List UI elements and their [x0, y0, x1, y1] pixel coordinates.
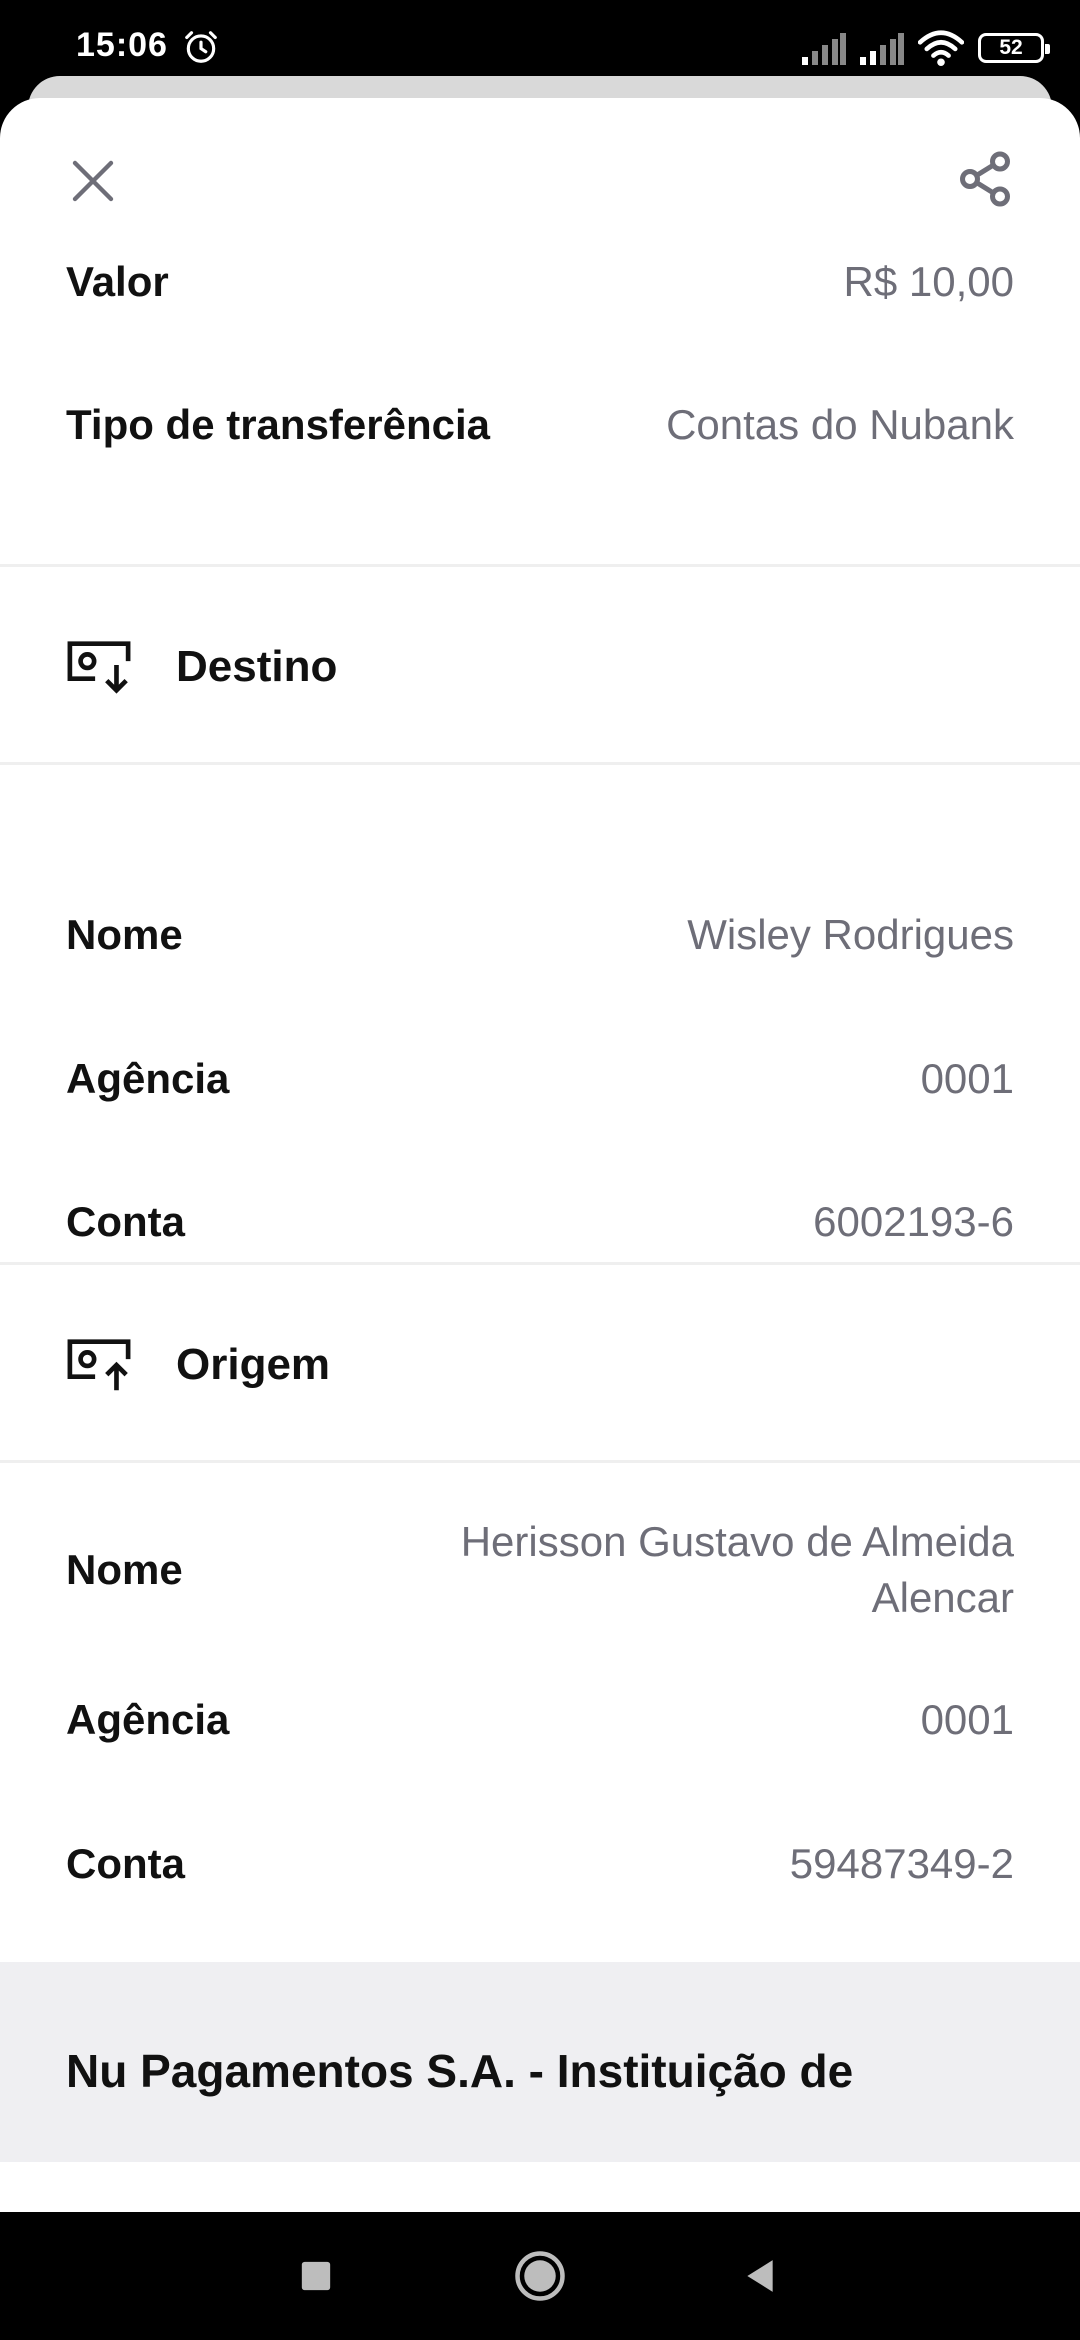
recents-icon: [301, 2261, 331, 2291]
battery-level: 52: [999, 36, 1023, 59]
divider: [0, 1460, 1080, 1463]
destino-conta-value: 6002193-6: [813, 1198, 1014, 1245]
destino-conta-row: Conta 6002193-6: [66, 1198, 1014, 1246]
origem-conta-row: Conta 59487349-2: [66, 1840, 1014, 1888]
close-button[interactable]: [60, 148, 126, 214]
destino-nome-row: Nome Wisley Rodrigues: [66, 911, 1014, 959]
navigation-bar: [0, 2212, 1080, 2340]
origem-agencia-label: Agência: [66, 1696, 230, 1743]
tipo-transferencia-row: Tipo de transferência Contas do Nubank: [66, 401, 1014, 449]
origem-nome-row: Nome Herisson Gustavo de Almeida Alencar: [66, 1514, 1014, 1626]
back-button[interactable]: [732, 2248, 788, 2304]
destino-agencia-label: Agência: [66, 1055, 230, 1102]
origem-conta-label: Conta: [66, 1840, 185, 1887]
status-bar: 15:06 52: [0, 0, 1080, 78]
money-receive-icon: [67, 641, 131, 694]
valor-row: Valor R$ 10,00: [66, 258, 1014, 306]
valor-value: R$ 10,00: [843, 258, 1014, 305]
cellular-signal-icon: [802, 33, 846, 65]
money-send-icon: [67, 1339, 131, 1391]
origem-title: Origem: [176, 1340, 331, 1389]
origem-nome-value: Herisson Gustavo de Almeida Alencar: [460, 1518, 1014, 1621]
share-icon: [960, 151, 1010, 207]
tipo-transferencia-label: Tipo de transferência: [66, 401, 491, 448]
wifi-icon: [918, 30, 964, 67]
home-icon: [515, 2251, 565, 2301]
back-icon: [747, 2260, 773, 2292]
footer: Nu Pagamentos S.A. - Instituição de: [0, 1962, 1080, 2162]
divider: [0, 1262, 1080, 1265]
battery-icon: 52: [978, 33, 1050, 63]
cellular-signal-icon: [860, 33, 904, 65]
destino-nome-label: Nome: [66, 911, 183, 958]
divider: [0, 564, 1080, 567]
home-button[interactable]: [512, 2248, 568, 2304]
status-indicators: 52: [802, 26, 1050, 70]
origem-agencia-row: Agência 0001: [66, 1696, 1014, 1744]
close-icon: [72, 160, 114, 202]
recents-button[interactable]: [288, 2248, 344, 2304]
valor-label: Valor: [66, 258, 169, 305]
origem-nome-label: Nome: [66, 1546, 183, 1593]
destino-agencia-value: 0001: [920, 1055, 1014, 1102]
status-time: 15:06: [76, 26, 168, 64]
destino-section-header: Destino: [66, 632, 1014, 702]
origem-agencia-value: 0001: [920, 1696, 1014, 1743]
origem-conta-value: 59487349-2: [789, 1840, 1014, 1887]
destino-conta-label: Conta: [66, 1198, 185, 1245]
destino-agencia-row: Agência 0001: [66, 1055, 1014, 1103]
footer-legal-text: Nu Pagamentos S.A. - Instituição de: [66, 2045, 854, 2097]
destino-nome-value: Wisley Rodrigues: [687, 911, 1014, 958]
share-button[interactable]: [950, 144, 1020, 214]
alarm-icon: [185, 31, 217, 63]
origem-section-header: Origem: [66, 1330, 1014, 1400]
transfer-receipt-sheet: Valor R$ 10,00 Tipo de transferência Con…: [0, 98, 1080, 2212]
divider: [0, 762, 1080, 765]
destino-title: Destino: [176, 642, 338, 691]
tipo-transferencia-value: Contas do Nubank: [666, 401, 1014, 448]
